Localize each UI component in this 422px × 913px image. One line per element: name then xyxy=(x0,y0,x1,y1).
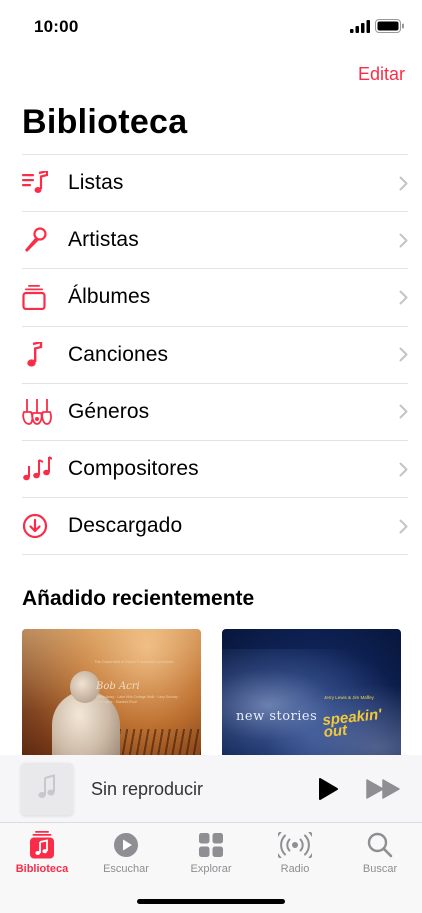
library-item-generos[interactable]: Géneros xyxy=(22,384,408,441)
search-icon xyxy=(338,831,422,859)
download-circle-icon xyxy=(22,511,68,541)
library-item-label: Géneros xyxy=(68,399,150,423)
grid-icon xyxy=(169,831,253,859)
music-note-placeholder-icon xyxy=(36,773,58,805)
tab-radio[interactable]: Radio xyxy=(253,831,337,875)
album-art-tracklist: Sleep Away · Lake Hills Cottage Walk · L… xyxy=(96,695,180,704)
tab-label: Radio xyxy=(280,863,310,875)
library-item-label: Descargado xyxy=(68,514,183,538)
tab-explorar[interactable]: Explorar xyxy=(169,831,253,875)
library-item-canciones[interactable]: Canciones xyxy=(22,327,408,384)
album-art-keys xyxy=(112,729,201,755)
library-item-label: Listas xyxy=(68,171,124,195)
library-item-listas[interactable]: Listas xyxy=(22,155,408,213)
library-item-descargado[interactable]: Descargado xyxy=(22,498,408,556)
tab-buscar[interactable]: Buscar xyxy=(338,831,422,875)
status-time: 10:00 xyxy=(34,17,79,36)
chevron-right-icon xyxy=(394,347,408,362)
tab-label: Buscar xyxy=(362,863,398,875)
chevron-right-icon xyxy=(394,462,408,477)
library-item-label: Álbumes xyxy=(68,285,151,309)
edit-button[interactable]: Editar xyxy=(358,64,405,85)
notes-icon xyxy=(22,454,68,484)
page-title: Biblioteca xyxy=(22,103,188,141)
tab-label: Escuchar xyxy=(103,863,149,875)
library-item-label: Compositores xyxy=(68,457,199,481)
album-art-title: new stories xyxy=(236,709,318,724)
tab-biblioteca[interactable]: Biblioteca xyxy=(0,831,84,875)
album-art-swirl xyxy=(222,649,401,755)
library-list: Listas Artistas Álbumes Canciones Género… xyxy=(22,154,408,556)
library-item-artistas[interactable]: Artistas xyxy=(22,212,408,270)
cellular-signal-icon xyxy=(350,20,370,38)
album-art-subtitle: Jerry Lewis & Jim Maffey xyxy=(324,695,374,700)
library-item-compositores[interactable]: Compositores xyxy=(22,441,408,499)
chevron-right-icon xyxy=(394,404,408,419)
fast-forward-button[interactable] xyxy=(366,778,402,805)
mini-player-title: Sin reproducir xyxy=(91,779,204,799)
microphone-icon xyxy=(22,225,68,255)
chevron-right-icon xyxy=(394,519,408,534)
album-artwork-new-stories[interactable]: Jerry Lewis & Jim Maffey new stories spe… xyxy=(222,629,401,755)
play-circle-icon xyxy=(84,831,168,859)
album-stack-icon xyxy=(22,282,68,312)
radio-waves-icon xyxy=(253,831,337,859)
tab-label: Biblioteca xyxy=(15,863,69,875)
recently-added-albums: The Coachella of Music Foundation presen… xyxy=(22,629,401,755)
music-note-icon xyxy=(22,340,68,370)
album-art-subtitle: The Coachella of Music Foundation presen… xyxy=(94,659,174,664)
mini-player-artwork xyxy=(21,763,73,815)
tab-escuchar[interactable]: Escuchar xyxy=(84,831,168,875)
mini-player[interactable]: Sin reproducir xyxy=(0,755,422,823)
playlist-icon xyxy=(22,168,68,198)
chevron-right-icon xyxy=(394,176,408,191)
library-item-label: Canciones xyxy=(68,342,169,366)
recently-added-title: Añadido recientemente xyxy=(22,587,255,610)
chevron-right-icon xyxy=(394,233,408,248)
library-item-label: Artistas xyxy=(68,228,139,252)
tab-bar: Biblioteca Escuchar Explorar Radio Busca… xyxy=(0,823,422,913)
chevron-right-icon xyxy=(394,290,408,305)
library-icon xyxy=(0,831,84,859)
guitars-icon xyxy=(22,397,68,427)
status-bar: 10:00 xyxy=(0,0,422,54)
play-button[interactable] xyxy=(317,777,339,806)
tab-label: Explorar xyxy=(190,863,232,875)
library-item-albumes[interactable]: Álbumes xyxy=(22,269,408,327)
album-artwork-bob-acri[interactable]: The Coachella of Music Foundation presen… xyxy=(22,629,201,755)
home-indicator[interactable] xyxy=(137,899,285,904)
battery-icon xyxy=(375,19,405,38)
album-art-title: Bob Acri xyxy=(96,681,140,692)
